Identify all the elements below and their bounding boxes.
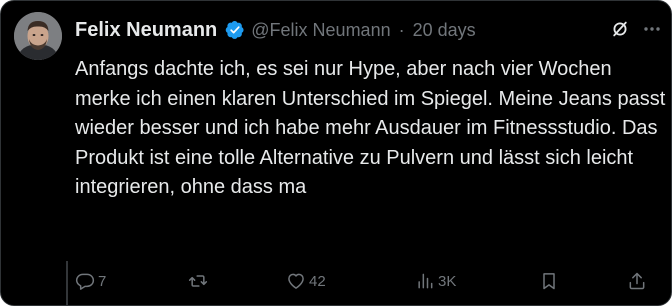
bookmark-button[interactable] — [539, 267, 559, 295]
reply-button[interactable]: 7 — [75, 267, 106, 295]
share-button[interactable] — [627, 267, 647, 295]
views-button[interactable]: 3K — [415, 267, 456, 295]
more-icon[interactable] — [642, 19, 662, 39]
author-handle[interactable]: @Felix Neumann — [251, 20, 390, 41]
grok-icon[interactable] — [610, 19, 630, 39]
reply-count: 7 — [98, 272, 107, 290]
meta-separator: · — [398, 19, 405, 40]
heart-icon — [288, 273, 304, 289]
action-bar: 7 42 3K — [75, 267, 667, 295]
reply-icon — [75, 273, 95, 290]
post-header: Felix Neumann @Felix Neumann · 20 days — [75, 15, 476, 45]
repost-icon — [188, 275, 208, 287]
thread-line — [66, 261, 68, 305]
author-name[interactable]: Felix Neumann — [75, 19, 217, 42]
post-text: Anfangs dachte ich, es sei nur Hype, abe… — [75, 58, 666, 198]
share-icon — [629, 272, 645, 290]
bookmark-icon — [543, 273, 555, 290]
like-button[interactable]: 42 — [286, 267, 326, 295]
post-time[interactable]: 20 days — [413, 20, 476, 41]
post-card[interactable]: Felix Neumann @Felix Neumann · 20 days A… — [0, 0, 672, 306]
views-count: 3K — [438, 272, 457, 290]
like-count: 42 — [309, 272, 326, 290]
verified-badge-icon[interactable] — [225, 20, 245, 40]
avatar-photo — [14, 12, 62, 60]
avatar[interactable] — [14, 12, 62, 60]
views-icon — [418, 273, 433, 289]
repost-button[interactable] — [188, 267, 211, 295]
